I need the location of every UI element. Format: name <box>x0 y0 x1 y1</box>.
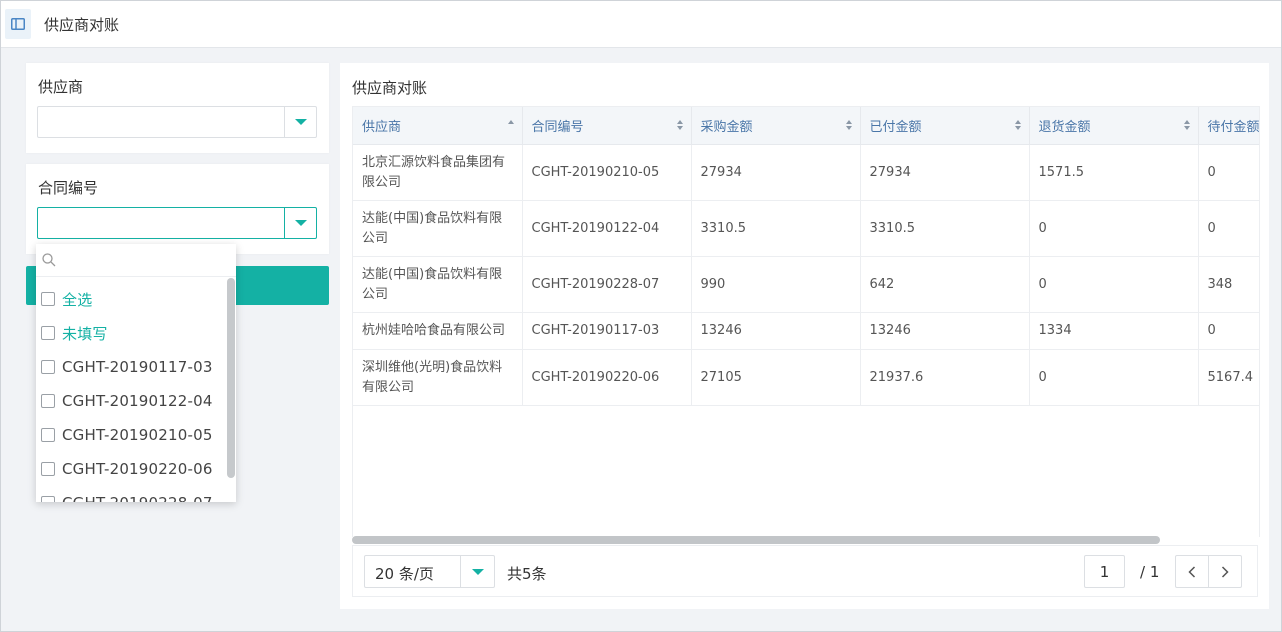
checkbox[interactable] <box>41 292 55 306</box>
sort-icon[interactable] <box>1014 120 1021 132</box>
column-header-contract[interactable]: 合同编号 <box>522 107 692 145</box>
page-number-input[interactable] <box>1084 555 1125 588</box>
horizontal-scroll-thumb[interactable] <box>352 536 1160 544</box>
checkbox[interactable] <box>41 360 55 374</box>
top-bar: 供应商对账 <box>1 1 1281 48</box>
table-row[interactable]: 深圳维他(光明)食品饮料有限公司 CGHT-20190220-06 27105 … <box>353 349 1259 406</box>
dropdown-option[interactable]: CGHT-20190210-05 <box>41 423 213 447</box>
dropdown-option[interactable]: CGHT-20190228-07 <box>41 491 213 502</box>
page-size-select[interactable]: 20 条/页 <box>364 555 495 588</box>
column-header-pending-amount[interactable]: 待付金额 <box>1198 107 1259 145</box>
reconciliation-table: 供应商 合同编号 采购金额 已付金额 退货金额 待付金额 北京汇源饮料食品集团有… <box>352 106 1260 537</box>
chevron-right-icon <box>1221 565 1229 578</box>
table-row[interactable]: 北京汇源饮料食品集团有限公司 CGHT-20190210-05 27934 27… <box>353 144 1259 201</box>
contract-dropdown: 全选 未填写 CGHT-20190117-03 CGHT-20190122-04… <box>36 244 236 502</box>
panel-title: 供应商对账 <box>352 79 428 97</box>
chevron-left-icon <box>1188 565 1196 578</box>
table-row[interactable]: 达能(中国)食品饮料有限公司 CGHT-20190228-07 990 642 … <box>353 256 1259 313</box>
contract-filter-label: 合同编号 <box>38 179 99 197</box>
total-count: 共5条 <box>507 565 547 583</box>
column-header-paid-amount[interactable]: 已付金额 <box>860 107 1030 145</box>
sort-icon[interactable] <box>845 120 852 132</box>
table-row[interactable]: 达能(中国)食品饮料有限公司 CGHT-20190122-04 3310.5 3… <box>353 200 1259 257</box>
supplier-filter-card: 供应商 <box>26 63 329 153</box>
dropdown-scrollbar[interactable] <box>227 278 235 478</box>
column-header-return-amount[interactable]: 退货金额 <box>1029 107 1199 145</box>
supplier-filter-label: 供应商 <box>38 78 84 96</box>
contract-combobox[interactable] <box>37 207 317 239</box>
dropdown-search[interactable] <box>36 244 236 277</box>
sort-icon[interactable] <box>1183 120 1190 132</box>
page-count: / 1 <box>1140 563 1160 581</box>
checkbox[interactable] <box>41 428 55 442</box>
supplier-combobox[interactable] <box>37 106 317 138</box>
horizontal-scrollbar[interactable] <box>352 535 1258 545</box>
page-title: 供应商对账 <box>44 16 120 34</box>
dropdown-option-unfilled[interactable]: 未填写 <box>41 321 108 345</box>
contract-filter-card: 合同编号 <box>26 164 329 254</box>
sidebar-toggle-icon[interactable] <box>5 9 31 39</box>
page-nav <box>1175 555 1242 588</box>
reconciliation-panel: 供应商对账 供应商 合同编号 采购金额 已付金额 退货金额 待付金额 北京汇源饮… <box>340 63 1269 609</box>
sort-asc-icon[interactable] <box>507 120 514 132</box>
next-page-button[interactable] <box>1208 556 1241 587</box>
chevron-down-icon[interactable] <box>284 107 316 137</box>
dropdown-option[interactable]: CGHT-20190220-06 <box>41 457 213 481</box>
sort-icon[interactable] <box>676 120 683 132</box>
column-header-supplier[interactable]: 供应商 <box>353 107 523 145</box>
checkbox[interactable] <box>41 462 55 476</box>
search-icon <box>42 253 56 271</box>
table-row[interactable]: 杭州娃哈哈食品有限公司 CGHT-20190117-03 13246 13246… <box>353 312 1259 350</box>
checkbox[interactable] <box>41 496 55 502</box>
dropdown-option[interactable]: CGHT-20190117-03 <box>41 355 213 379</box>
chevron-down-icon[interactable] <box>284 208 316 238</box>
chevron-down-icon[interactable] <box>460 556 494 587</box>
prev-page-button[interactable] <box>1176 556 1208 587</box>
dropdown-option-select-all[interactable]: 全选 <box>41 287 92 311</box>
checkbox[interactable] <box>41 394 55 408</box>
dropdown-option[interactable]: CGHT-20190122-04 <box>41 389 213 413</box>
checkbox[interactable] <box>41 326 55 340</box>
column-header-purchase-amount[interactable]: 采购金额 <box>691 107 861 145</box>
